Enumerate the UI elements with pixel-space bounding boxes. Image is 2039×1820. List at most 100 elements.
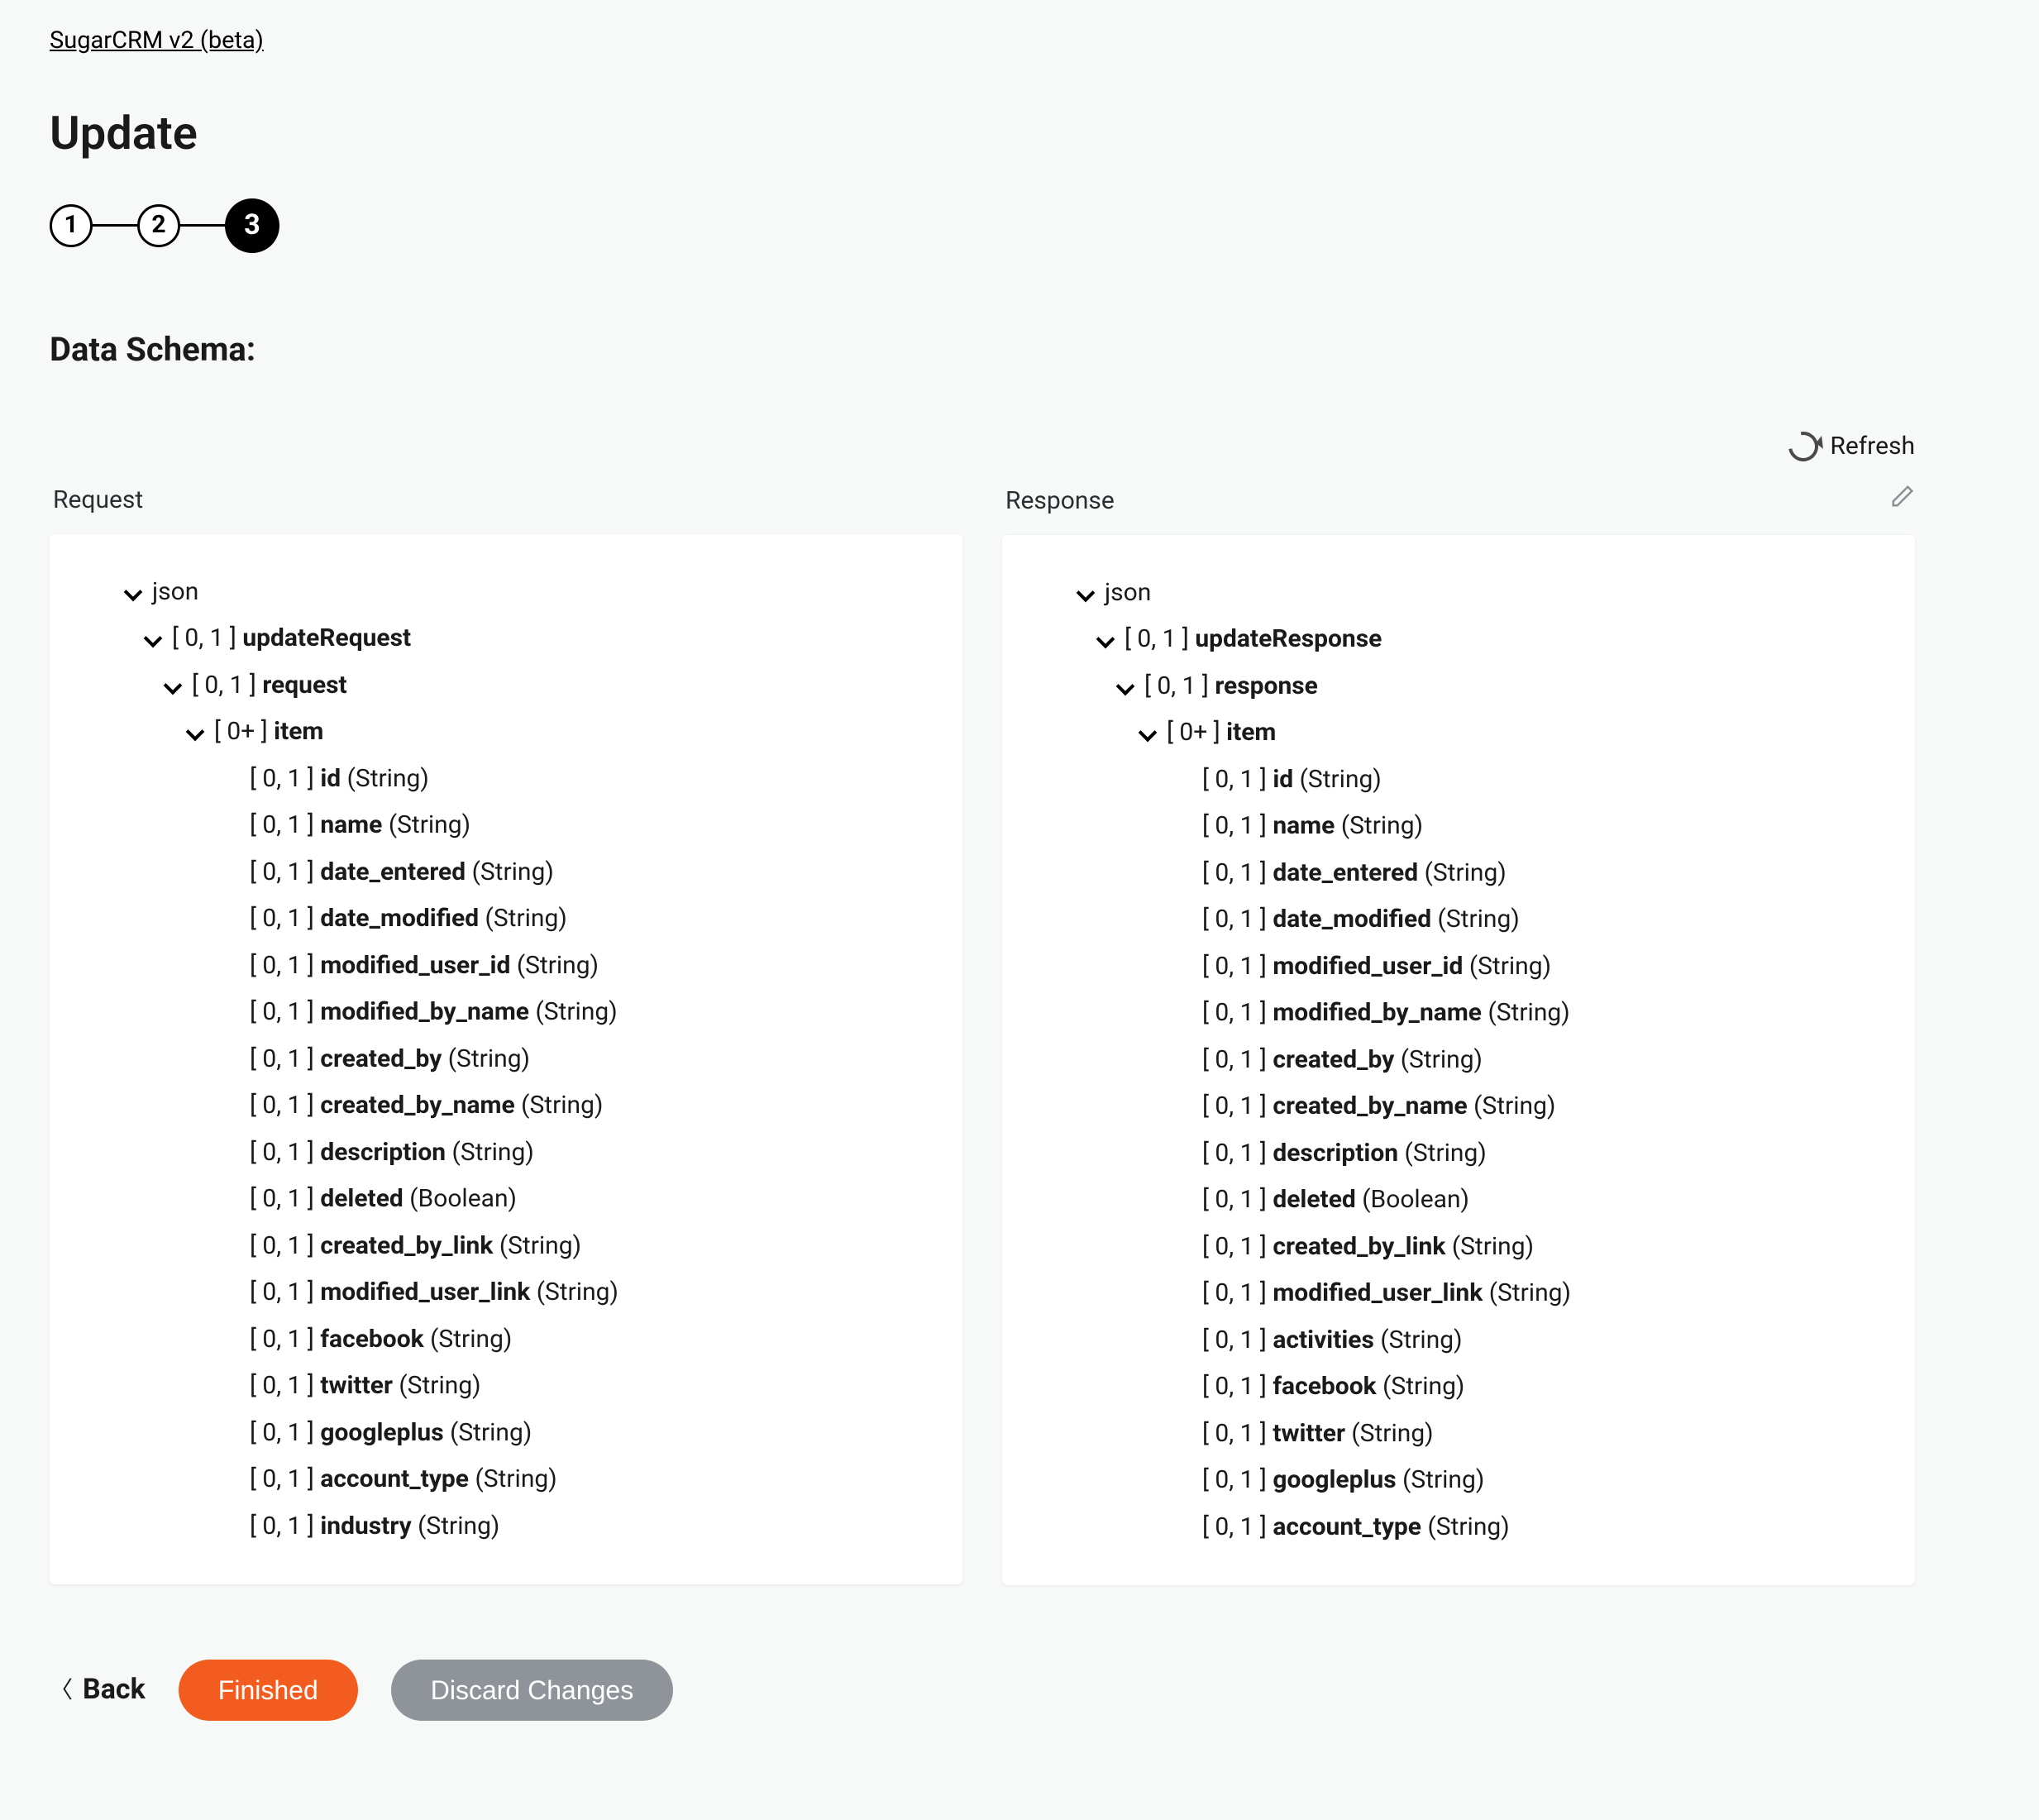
tree-field-modified_by_name: [ 0, 1 ] modified_by_name (String) (1019, 990, 1898, 1037)
tree-node-label: [ 0+ ] item (1167, 716, 1276, 750)
tree-field-date_entered: [ 0, 1 ] date_entered (String) (66, 849, 946, 896)
tree-node-label: [ 0, 1 ] twitter (String) (250, 1369, 481, 1403)
chevron-down-icon (1174, 1285, 1191, 1302)
tree-item[interactable]: [ 0+ ] item (66, 709, 946, 756)
discard-changes-button[interactable]: Discard Changes (391, 1660, 673, 1721)
chevron-down-icon (222, 817, 238, 834)
chevron-down-icon (222, 1144, 238, 1161)
tree-node-label: [ 0, 1 ] created_by_link (String) (1202, 1230, 1534, 1264)
chevron-down-icon (222, 1284, 238, 1301)
tree-field-account_type: [ 0, 1 ] account_type (String) (1019, 1504, 1898, 1551)
step-3[interactable]: 3 (225, 198, 279, 253)
tree-node-label: [ 0, 1 ] description (String) (1202, 1137, 1487, 1171)
chevron-down-icon (1174, 1426, 1191, 1442)
tree-node-label: [ 0, 1 ] response (1144, 670, 1318, 704)
chevron-down-icon[interactable] (164, 677, 180, 694)
tree-field-industry: [ 0, 1 ] industry (String) (66, 1503, 946, 1550)
tree-field-created_by: [ 0, 1 ] created_by (String) (66, 1036, 946, 1083)
request-panel: json [ 0, 1 ] updateRequest[ 0, 1 ] reque… (50, 534, 962, 1585)
tree-root[interactable]: json (1019, 570, 1898, 617)
tree-node-label: [ 0, 1 ] googleplus (String) (250, 1416, 532, 1450)
chevron-down-icon (1174, 1239, 1191, 1255)
tree-node-label: [ 0, 1 ] twitter (String) (1202, 1417, 1434, 1451)
chevron-down-icon (222, 1331, 238, 1348)
chevron-down-icon (222, 1471, 238, 1488)
tree-field-modified_user_id: [ 0, 1 ] modified_user_id (String) (66, 943, 946, 990)
chevron-down-icon (1174, 1192, 1191, 1208)
tree-root[interactable]: json (66, 569, 946, 616)
tree-node-label: [ 0, 1 ] deleted (Boolean) (1202, 1183, 1469, 1217)
tree-node-label: [ 0, 1 ] date_modified (String) (1202, 903, 1520, 937)
chevron-down-icon[interactable] (1139, 724, 1155, 741)
chevron-down-icon[interactable] (1096, 631, 1113, 647)
chevron-down-icon (222, 1004, 238, 1020)
tree-field-description: [ 0, 1 ] description (String) (66, 1130, 946, 1177)
step-2[interactable]: 2 (137, 204, 180, 247)
wizard-stepper: 1 2 3 (50, 198, 1989, 253)
chevron-down-icon (1174, 771, 1191, 788)
tree-envelope[interactable]: [ 0, 1 ] updateRequest (66, 615, 946, 662)
back-label: Back (83, 1671, 146, 1709)
tree-node-label: [ 0, 1 ] name (String) (250, 809, 470, 843)
chevron-down-icon (222, 910, 238, 927)
tree-node-label: [ 0, 1 ] googleplus (String) (1202, 1464, 1484, 1498)
tree-field-created_by_name: [ 0, 1 ] created_by_name (String) (66, 1082, 946, 1130)
tree-item[interactable]: [ 0+ ] item (1019, 709, 1898, 757)
tree-inner[interactable]: [ 0, 1 ] response (1019, 663, 1898, 710)
chevron-down-icon (222, 1378, 238, 1394)
tree-envelope[interactable]: [ 0, 1 ] updateResponse (1019, 616, 1898, 663)
tree-node-label: [ 0, 1 ] industry (String) (250, 1510, 499, 1544)
refresh-label: Refresh (1830, 430, 1915, 464)
chevron-down-icon (1174, 911, 1191, 928)
tree-node-label: [ 0, 1 ] modified_user_link (String) (1202, 1277, 1571, 1311)
finished-button[interactable]: Finished (179, 1660, 358, 1721)
chevron-down-icon[interactable] (186, 724, 203, 740)
chevron-down-icon (1174, 958, 1191, 975)
tree-node-label: [ 0, 1 ] modified_user_id (String) (250, 949, 599, 983)
tree-field-name: [ 0, 1 ] name (String) (66, 802, 946, 849)
tree-node-label: [ 0, 1 ] id (String) (250, 762, 429, 796)
tree-node-label: [ 0, 1 ] date_entered (String) (1202, 857, 1507, 891)
tree-field-created_by_link: [ 0, 1 ] created_by_link (String) (66, 1223, 946, 1270)
tree-node-label: json (152, 576, 198, 609)
tree-field-modified_by_name: [ 0, 1 ] modified_by_name (String) (66, 989, 946, 1036)
tree-node-label: [ 0, 1 ] created_by (String) (250, 1043, 530, 1077)
chevron-down-icon (1174, 1332, 1191, 1349)
chevron-down-icon[interactable] (1077, 585, 1093, 601)
step-1[interactable]: 1 (50, 204, 93, 247)
back-button[interactable]: 〈 Back (50, 1671, 146, 1709)
tree-field-created_by_link: [ 0, 1 ] created_by_link (String) (1019, 1224, 1898, 1271)
chevron-down-icon (222, 1097, 238, 1114)
tree-field-twitter: [ 0, 1 ] twitter (String) (1019, 1411, 1898, 1458)
tree-node-label: [ 0, 1 ] activities (String) (1202, 1324, 1463, 1358)
pencil-icon[interactable] (1890, 484, 1915, 518)
chevron-down-icon[interactable] (124, 584, 141, 600)
tree-field-googleplus: [ 0, 1 ] googleplus (String) (66, 1410, 946, 1457)
tree-field-created_by_name: [ 0, 1 ] created_by_name (String) (1019, 1083, 1898, 1130)
tree-node-label: [ 0, 1 ] modified_user_id (String) (1202, 950, 1551, 984)
tree-field-deleted: [ 0, 1 ] deleted (Boolean) (1019, 1177, 1898, 1224)
tree-field-facebook: [ 0, 1 ] facebook (String) (66, 1316, 946, 1364)
chevron-down-icon (222, 1191, 238, 1207)
tree-field-modified_user_link: [ 0, 1 ] modified_user_link (String) (1019, 1270, 1898, 1317)
response-header: Response (1005, 485, 1115, 518)
refresh-icon (1783, 426, 1824, 467)
chevron-down-icon[interactable] (144, 630, 160, 647)
chevron-down-icon[interactable] (1116, 678, 1133, 695)
tree-node-label: [ 0, 1 ] facebook (String) (1202, 1370, 1464, 1404)
refresh-button[interactable]: Refresh (1788, 430, 1915, 464)
tree-node-label: [ 0, 1 ] account_type (String) (250, 1463, 557, 1497)
tree-node-label: [ 0, 1 ] name (String) (1202, 810, 1423, 843)
chevron-down-icon (1174, 1378, 1191, 1395)
chevron-down-icon (1174, 1098, 1191, 1115)
tree-field-created_by: [ 0, 1 ] created_by (String) (1019, 1037, 1898, 1084)
tree-field-modified_user_id: [ 0, 1 ] modified_user_id (String) (1019, 943, 1898, 991)
section-title: Data Schema: (50, 327, 1989, 372)
chevron-down-icon (222, 958, 238, 974)
tree-field-twitter: [ 0, 1 ] twitter (String) (66, 1363, 946, 1410)
chevron-left-icon: 〈 (50, 1674, 73, 1706)
breadcrumb[interactable]: SugarCRM v2 (beta) (50, 26, 264, 55)
chevron-down-icon (1174, 1472, 1191, 1488)
chevron-down-icon (222, 1518, 238, 1535)
tree-inner[interactable]: [ 0, 1 ] request (66, 662, 946, 709)
